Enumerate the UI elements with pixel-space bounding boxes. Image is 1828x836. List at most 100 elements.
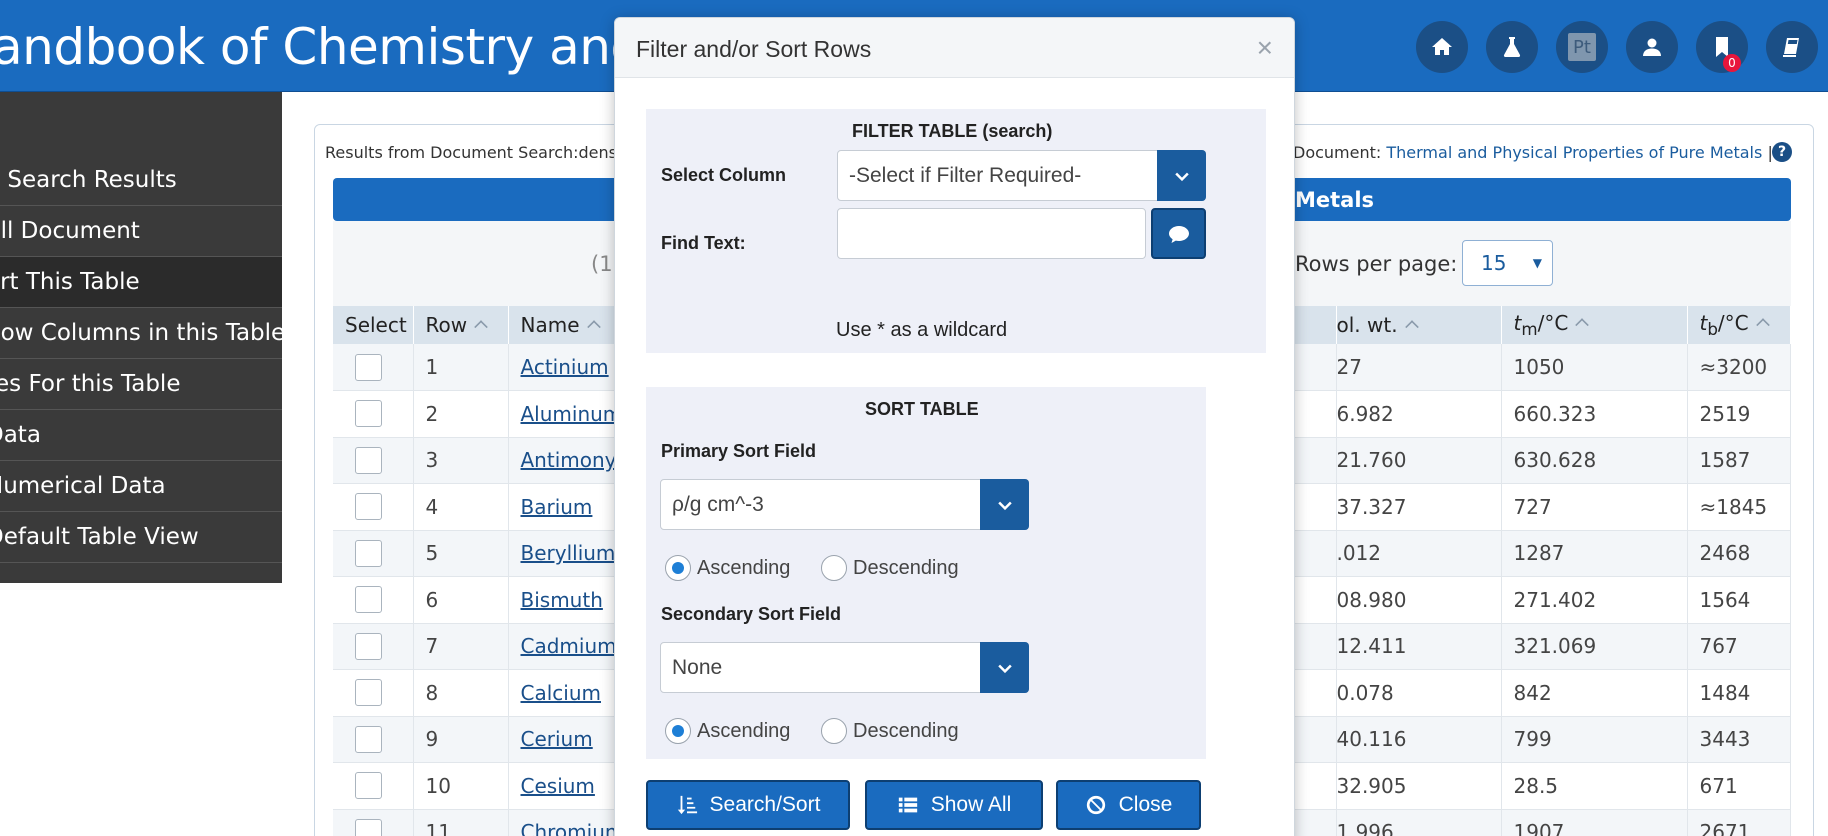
sidebar-item-data[interactable]: Data: [0, 410, 282, 461]
user-button[interactable]: [1626, 21, 1678, 73]
column-header-tb[interactable]: tb/°C: [1687, 306, 1791, 344]
bookmark-count-badge: 0: [1723, 54, 1741, 72]
secondary-sort-dropdown[interactable]: None: [660, 642, 1029, 693]
dropdown-button[interactable]: [980, 479, 1029, 530]
flask-button[interactable]: [1486, 21, 1538, 73]
element-name-link[interactable]: Cesium: [521, 774, 595, 798]
row-number-cell: 11: [413, 809, 509, 836]
row-select-checkbox[interactable]: [355, 400, 382, 428]
close-button[interactable]: Close: [1056, 780, 1201, 830]
column-header-molwt[interactable]: ol. wt.: [1336, 306, 1502, 344]
radio-selected-icon: [665, 718, 691, 744]
element-name-link[interactable]: Cadmium: [521, 634, 617, 658]
sidebar-item-sort-table[interactable]: ort This Table: [0, 257, 282, 308]
sidebar-item-default-view[interactable]: Default Table View: [0, 512, 282, 563]
row-select-checkbox[interactable]: [355, 632, 382, 660]
molwt-cell: 21.760: [1336, 437, 1502, 484]
column-header-row[interactable]: Row: [413, 306, 509, 344]
element-name-link[interactable]: Chromium: [521, 820, 625, 836]
element-name-link[interactable]: Cerium: [521, 727, 593, 751]
filter-sort-dialog: Filter and/or Sort Rows × FILTER TABLE (…: [614, 17, 1295, 836]
element-name-link[interactable]: Actinium: [521, 355, 609, 379]
row-select-checkbox[interactable]: [355, 539, 382, 567]
boiling-point-cell: 671: [1687, 762, 1791, 810]
row-select-checkbox[interactable]: [355, 353, 382, 381]
row-select-checkbox[interactable]: [355, 679, 382, 707]
row-number-cell: 6: [413, 576, 509, 624]
primary-sort-dropdown[interactable]: ρ/g cm^-3: [660, 479, 1029, 530]
element-name-link[interactable]: Bismuth: [521, 588, 603, 612]
boiling-point-cell: 1484: [1687, 669, 1791, 717]
chevron-down-icon: [997, 664, 1012, 673]
dropdown-button[interactable]: [980, 642, 1029, 693]
book-button[interactable]: [1766, 21, 1818, 73]
sidebar-item-notes[interactable]: tes For this Table: [0, 359, 282, 410]
molwt-cell: 37.327: [1336, 483, 1502, 531]
secondary-descending-radio[interactable]: Descending: [821, 718, 959, 744]
secondary-ascending-radio[interactable]: Ascending: [665, 718, 790, 744]
row-select-checkbox[interactable]: [355, 725, 382, 753]
element-name-link[interactable]: Calcium: [521, 681, 602, 705]
boiling-point-cell: ≈1845: [1687, 483, 1791, 531]
sidebar-item-numerical-data[interactable]: Numerical Data: [0, 461, 282, 512]
search-sort-label: Search/Sort: [709, 793, 821, 816]
sidebar-item-search-results[interactable]: o Search Results: [0, 155, 282, 206]
sidebar-item-show-columns[interactable]: how Columns in this Table: [0, 308, 282, 359]
close-icon[interactable]: ×: [1257, 32, 1273, 64]
help-icon[interactable]: ?: [1772, 142, 1792, 162]
show-all-button[interactable]: Show All: [865, 780, 1043, 830]
document-line: Document: Thermal and Physical Propertie…: [1293, 143, 1773, 162]
melting-point-cell: 1907: [1501, 809, 1688, 836]
row-number-cell: 5: [413, 530, 509, 577]
row-select-checkbox[interactable]: [355, 772, 382, 800]
element-name-link[interactable]: Beryllium: [521, 541, 616, 565]
row-number-cell: 3: [413, 437, 509, 484]
radio-selected-icon: [665, 555, 691, 581]
row-select-checkbox[interactable]: [355, 446, 382, 474]
boiling-point-cell: 2671: [1687, 809, 1791, 836]
column-unit: /°C: [1717, 311, 1749, 335]
select-cell: [333, 483, 414, 531]
sidebar-item-label: tes For this Table: [0, 371, 181, 397]
flask-icon: [1503, 37, 1521, 57]
boiling-point-cell: 1564: [1687, 576, 1791, 624]
rows-per-page-select[interactable]: 15 ▼: [1462, 240, 1553, 286]
select-column-value: -Select if Filter Required-: [849, 163, 1082, 187]
row-select-checkbox[interactable]: [355, 818, 382, 836]
dropdown-button[interactable]: [1157, 150, 1206, 201]
find-text-submit-button[interactable]: [1151, 208, 1206, 259]
periodic-table-button[interactable]: Pt: [1556, 21, 1608, 73]
wildcard-hint: Use * as a wildcard: [836, 319, 1008, 341]
sidebar-item-full-document[interactable]: ull Document: [0, 206, 282, 257]
find-text-input[interactable]: [837, 208, 1146, 259]
row-number-cell: 4: [413, 483, 509, 531]
molwt-cell: 27: [1336, 344, 1502, 391]
find-text-label: Find Text:: [661, 233, 746, 253]
primary-ascending-radio[interactable]: Ascending: [665, 555, 790, 581]
primary-descending-radio[interactable]: Descending: [821, 555, 959, 581]
element-name-link[interactable]: Aluminum: [521, 402, 623, 426]
dialog-header: Filter and/or Sort Rows ×: [615, 18, 1294, 78]
select-column-dropdown[interactable]: -Select if Filter Required-: [837, 150, 1206, 201]
chat-bubble-icon: [1168, 225, 1189, 243]
melting-point-cell: 842: [1501, 669, 1688, 717]
sort-icon: [1404, 319, 1419, 334]
search-sort-button[interactable]: Search/Sort: [646, 780, 850, 830]
sort-amount-icon: [677, 795, 697, 815]
molwt-cell: 1.996: [1336, 809, 1502, 836]
filter-section: FILTER TABLE (search) Select Column -Sel…: [646, 109, 1266, 353]
row-number-cell: 8: [413, 669, 509, 717]
element-name-link[interactable]: Antimony: [521, 448, 617, 472]
row-select-checkbox[interactable]: [355, 493, 382, 521]
sidebar-item-label: ort This Table: [0, 269, 140, 295]
row-number-cell: 9: [413, 716, 509, 763]
filter-section-title: FILTER TABLE (search): [852, 121, 1052, 142]
document-link[interactable]: Thermal and Physical Properties of Pure …: [1386, 143, 1762, 162]
column-header-tm[interactable]: tm/°C: [1501, 306, 1688, 344]
row-select-checkbox[interactable]: [355, 586, 382, 614]
sidebar-menu: o Search Results ull Document ort This T…: [0, 92, 282, 583]
home-button[interactable]: [1416, 21, 1468, 73]
home-icon: [1432, 38, 1452, 55]
bookmark-button[interactable]: 0: [1696, 21, 1748, 73]
element-name-link[interactable]: Barium: [521, 495, 593, 519]
